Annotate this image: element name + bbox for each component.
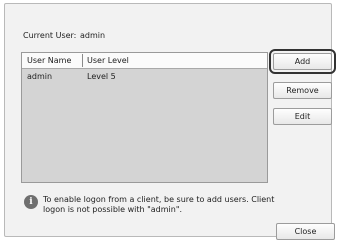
user-level-cell: Level 5: [87, 72, 116, 81]
info-message: To enable logon from a client, be sure t…: [43, 195, 275, 214]
current-user-value: admin: [80, 31, 106, 40]
remove-button[interactable]: Remove: [273, 82, 332, 99]
info-icon: i: [24, 195, 38, 209]
user-list-header: User Name User Level: [22, 53, 267, 69]
column-header-user-level[interactable]: User Level: [87, 56, 129, 65]
user-name-cell: admin: [27, 72, 53, 81]
add-button[interactable]: Add: [273, 53, 332, 70]
column-divider[interactable]: [82, 54, 83, 67]
edit-button[interactable]: Edit: [273, 108, 332, 125]
table-row[interactable]: admin Level 5: [22, 69, 267, 83]
user-list[interactable]: User Name User Level admin Level 5: [21, 52, 268, 183]
close-button[interactable]: Close: [276, 223, 335, 240]
column-header-user-name[interactable]: User Name: [27, 56, 71, 65]
current-user-label: Current User:: [23, 31, 77, 40]
user-management-dialog: Current User: admin User Name User Level…: [4, 3, 336, 240]
